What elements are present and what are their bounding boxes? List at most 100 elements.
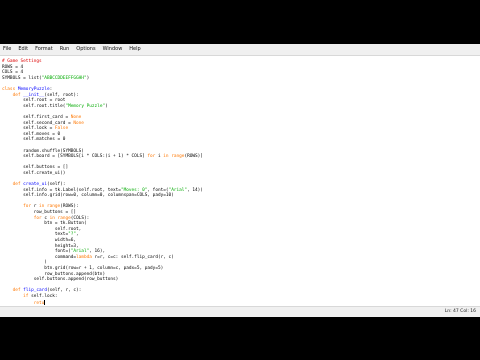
code-line[interactable]: self.buttons.append(row_buttons) [2,277,119,282]
code-line[interactable]: self.info = tk.Label(self.root, text="Mo… [2,188,203,193]
code-line[interactable]: self.create_ui() [2,171,65,176]
code-token: self.root.title( [2,103,66,109]
code-token: (self, r, c): [46,288,82,294]
code-token: self.matches = 0 [2,137,66,143]
menu-format[interactable]: Format [35,44,53,55]
code-token: "Arial" [70,249,90,255]
code-token: self.create_ui() [2,170,66,176]
code-token: self.root = root [2,98,66,104]
code-token: , [76,232,79,238]
code-token: range [46,204,61,210]
code-line[interactable]: SYMBOLS = list("ABBCCDDEEFFGGHH") [2,76,89,81]
code-token: : [49,86,53,92]
code-token: (self, root): [44,92,79,98]
code-token: "?" [68,232,77,238]
code-line[interactable]: def flip_card(self, r, c): [2,288,82,294]
code-line[interactable]: self.first_card = None [2,115,81,120]
code-line[interactable]: ROWS = 4 [2,65,23,70]
menu-run[interactable]: Run [60,44,70,55]
code-token: False [54,126,69,132]
code-token: flip_card [23,288,47,294]
code-line[interactable]: for r in range(ROWS): [2,204,79,209]
status-bar: Ln: 47 Col: 16 [0,306,480,317]
cursor-position: Ln: 47 Col: 16 [444,309,476,314]
code-token: self.board = [SYMBOLS[i * COLS:(i + 1) *… [2,154,148,160]
menu-window[interactable]: Window [103,44,123,55]
code-line[interactable]: height=3, [2,244,79,249]
code-token: class [2,86,16,92]
code-token: ROWS = 4 [2,64,24,70]
code-token: def [12,182,21,188]
code-line[interactable]: self.matches = 0 [2,137,65,142]
menu-file[interactable]: File [3,44,11,55]
menu-options[interactable]: Options [76,44,95,55]
code-token: c [41,215,50,221]
code-line[interactable]: self.board = [SYMBOLS[i * COLS:(i + 1) *… [2,154,203,159]
code-token: MemoryPuzzle [17,86,50,92]
code-line[interactable]: font=("Arial", 16), [2,249,105,254]
code-token: , 14)) [187,187,203,193]
code-line[interactable]: self.second_card = None [2,121,84,126]
code-token: range [171,154,185,160]
code-line[interactable]: random.shuffle(SYMBOLS) [2,149,84,154]
code-line[interactable]: btn = tk.Button( [2,221,87,227]
code-token: , font=( [147,187,169,193]
code-token: font=( [2,249,71,255]
code-token: r=r, c=c: self.flip_card(r, c) [91,254,174,260]
menu-bar: File Edit Format Run Options Window Help [0,44,480,55]
code-token: None [70,114,82,120]
menu-help[interactable]: Help [129,44,140,55]
idle-editor-window: File Edit Format Run Options Window Help… [0,44,480,317]
code-line[interactable]: for c in range(COLS): [2,215,90,221]
code-line[interactable]: self.lock = False [2,126,68,131]
code-line[interactable]: row_buttons.append(btn) [2,272,105,277]
code-token: row_buttons.append(btn) [2,271,106,277]
code-line[interactable]: ) [2,260,47,265]
code-token: (ROWS): [60,204,79,210]
code-token: btn = tk.Button( [2,221,87,227]
code-line[interactable]: COLS = 4 [2,70,23,75]
code-line[interactable]: self.buttons = [] [2,165,68,170]
code-token: "Moves: 0" [120,187,148,193]
code-token: ) [2,260,47,266]
code-token: __init__ [23,92,45,98]
code-line[interactable]: retu [2,299,45,306]
code-text[interactable]: # Game Settings ROWS = 4 COLS = 4 SYMBOL… [2,59,203,306]
code-token: self.buttons = [] [2,165,69,171]
code-line[interactable]: btn.grid(row=r + 1, column=c, padx=5, pa… [2,266,163,271]
code-token: (ROWS)] [184,154,203,160]
code-token: None [73,120,84,126]
code-token: create_ui [23,182,47,188]
code-token: self.moves = 0 [2,131,61,137]
code-line[interactable]: if self.lock: [2,293,58,299]
code-line[interactable]: self.root = root [2,98,65,103]
code-token: SYMBOLS = list( [2,75,42,81]
code-editor[interactable]: # Game Settings ROWS = 4 COLS = 4 SYMBOL… [0,55,480,306]
code-token: width=6, [2,238,77,243]
code-line[interactable]: self.info.grid(row=0, column=0, columnsp… [2,193,174,198]
code-line[interactable]: self.moves = 0 [2,132,60,137]
code-token: lambda [76,254,92,260]
code-token: self.first_card = [2,114,71,120]
code-token: r [31,204,40,210]
code-line[interactable]: self.root.title("Memory Puzzle") [2,104,108,109]
menu-edit[interactable]: Edit [18,44,28,55]
code-line[interactable]: width=6, [2,238,76,243]
code-line[interactable]: class MemoryPuzzle: [2,87,52,92]
code-line[interactable]: def create_ui(self): [2,182,66,188]
code-line[interactable]: # Game Settings [2,59,42,64]
code-token: self.lock: [28,293,58,299]
code-token: retu [33,300,45,306]
code-token: "Memory Puzzle" [65,103,106,109]
code-token: height=3, [2,243,79,249]
code-token: # Game Settings [2,59,42,64]
code-line[interactable]: text="?", [2,232,79,237]
code-token: self.second_card = [2,120,74,126]
code-token: self.info = tk.Label(self.root, text= [2,187,121,193]
code-line[interactable]: def __init__(self, root): [2,93,79,98]
code-line[interactable]: row_buttons = [] [2,210,76,215]
